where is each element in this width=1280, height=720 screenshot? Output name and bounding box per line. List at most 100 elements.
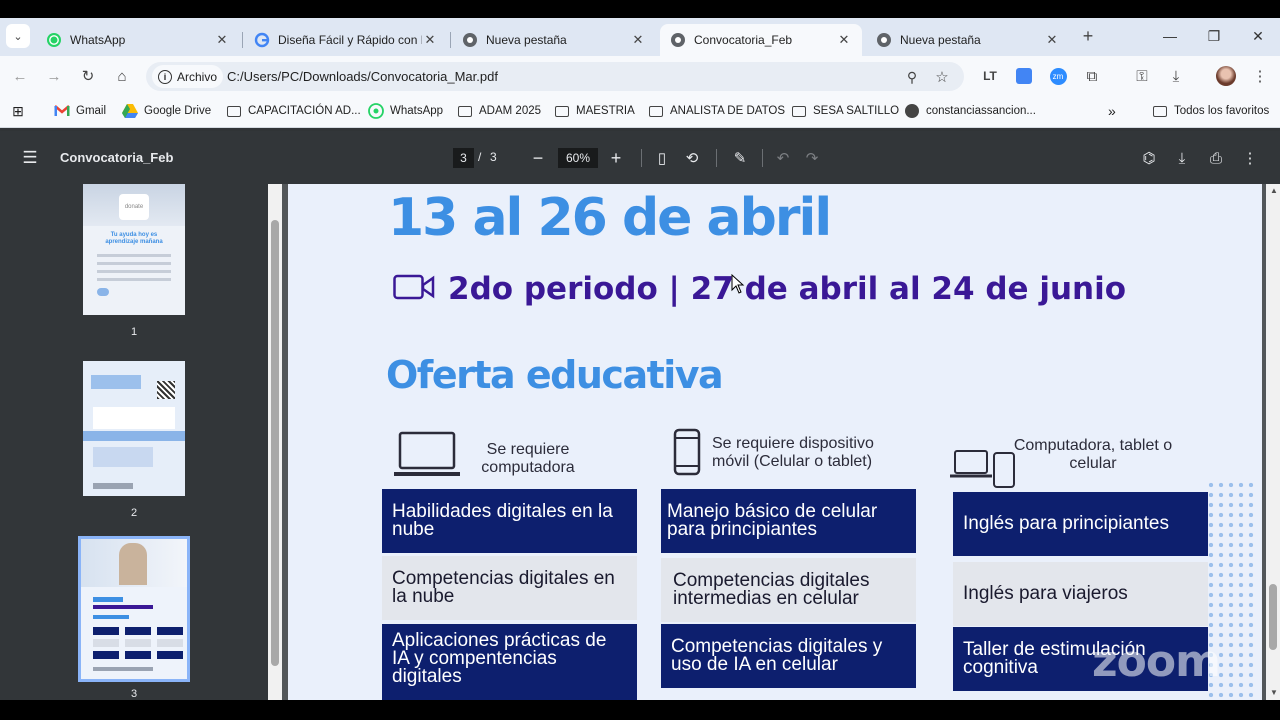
- course-manejo-celular: Manejo básico de celular para principian…: [661, 489, 916, 553]
- viewer-scrollbar[interactable]: ▲ ▼: [1266, 184, 1280, 700]
- bookmarks-bar: ⊞ Gmail Google Drive CAPACITACIÓN AD... …: [0, 96, 1280, 128]
- bookmark-adam-2025[interactable]: ADAM 2025: [457, 103, 541, 119]
- scroll-down-icon[interactable]: ▼: [1270, 688, 1278, 697]
- course-competencias-nube: Competencias digitales en la nube: [382, 556, 637, 620]
- bookmark-star-icon[interactable]: ☆: [930, 65, 954, 89]
- print-icon[interactable]: ⎙: [1206, 147, 1226, 169]
- zoom-magnifier-icon[interactable]: ⚲: [900, 65, 924, 89]
- address-chip-label: Archivo: [177, 69, 218, 84]
- bookmark-gmail[interactable]: Gmail: [54, 103, 106, 119]
- back-arrow-icon[interactable]: ←: [8, 64, 32, 88]
- rotate-icon[interactable]: ⟲: [682, 147, 702, 169]
- viewer-scroll-thumb[interactable]: [1269, 584, 1277, 650]
- bookmark-google-drive[interactable]: Google Drive: [122, 103, 211, 119]
- screen-bottom-bar: [0, 700, 1280, 720]
- period1-dates: 13 al 26 de abril: [388, 188, 832, 248]
- tab-title: Diseña Fácil y Rápido con N: [278, 33, 422, 47]
- ai-tools-icon[interactable]: ⌬: [1139, 147, 1159, 169]
- pdf-viewer: 13 al 26 de abril 2do periodo | 27 de ab…: [282, 184, 1266, 700]
- undo-icon[interactable]: ↶: [774, 147, 792, 169]
- sidebar-scrollbar[interactable]: [268, 184, 282, 700]
- password-key-icon[interactable]: ⚿: [1130, 64, 1154, 88]
- course-competencias-celular: Competencias digitales intermedias en ce…: [661, 558, 916, 622]
- apps-grid-icon[interactable]: ⊞: [10, 103, 32, 119]
- bookmark-whatsapp[interactable]: WhatsApp: [368, 103, 443, 119]
- reload-icon[interactable]: ↻: [76, 64, 100, 88]
- close-tab-icon[interactable]: ✕: [630, 32, 646, 48]
- new-tab-plus-icon[interactable]: +: [1076, 24, 1100, 48]
- tab-nueva-pestana-2[interactable]: Nueva pestaña ✕: [866, 24, 1070, 56]
- whatsapp-icon: [46, 32, 62, 48]
- tab-disena[interactable]: Diseña Fácil y Rápido con N ✕: [244, 24, 448, 56]
- chrome-icon: [670, 32, 686, 48]
- info-icon: i: [158, 69, 172, 84]
- all-bookmarks[interactable]: Todos los favoritos: [1152, 103, 1269, 119]
- redo-icon[interactable]: ↷: [803, 147, 821, 169]
- requirement-col2: Se requiere dispositivo móvil (Celular o…: [712, 435, 874, 470]
- pdf-download-icon[interactable]: ⤓: [1172, 147, 1192, 169]
- tab-convocatoria[interactable]: Convocatoria_Feb ✕: [660, 24, 862, 56]
- site-info-chip[interactable]: i Archivo: [152, 65, 224, 88]
- bookmark-sesa[interactable]: SESA SALTILLO: [791, 103, 899, 119]
- forward-arrow-icon[interactable]: →: [42, 64, 66, 88]
- thumbnail-sidebar: donate Tu ayuda hoy es aprendizaje mañan…: [0, 184, 268, 700]
- restore-icon[interactable]: ❐: [1192, 18, 1236, 54]
- download-icon[interactable]: ⤓: [1164, 64, 1188, 88]
- zoom-extension-icon[interactable]: zm: [1046, 64, 1070, 88]
- thumbnail-page-2[interactable]: [83, 361, 185, 496]
- screen-top-bar: [0, 0, 1280, 18]
- extension-lt-icon[interactable]: LT: [978, 64, 1002, 88]
- tab-title: Convocatoria_Feb: [694, 33, 793, 47]
- url-text[interactable]: C:/Users/PC/Downloads/Convocatoria_Mar.p…: [227, 69, 498, 84]
- pdf-page: 13 al 26 de abril 2do periodo | 27 de ab…: [288, 184, 1262, 700]
- course-aplicaciones-ia: Aplicaciones prácticas de IA y compenten…: [382, 624, 637, 700]
- folder-icon: [554, 103, 570, 119]
- folder-icon: [457, 103, 473, 119]
- address-bar[interactable]: i Archivo C:/Users/PC/Downloads/Convocat…: [146, 62, 964, 91]
- chrome-menu-icon[interactable]: ⋮: [1248, 64, 1272, 88]
- page-number-input[interactable]: 3: [453, 148, 474, 168]
- minimize-icon[interactable]: —: [1148, 18, 1192, 54]
- bookmark-analista[interactable]: ANALISTA DE DATOS: [648, 103, 785, 119]
- whatsapp-icon: [368, 103, 384, 119]
- pdf-toolbar: ☰ Convocatoria_Feb 3 / 3 − 60% + ▯ ⟲ ✎ ↶…: [0, 131, 1280, 184]
- zoom-watermark: zoom: [1092, 636, 1221, 687]
- google-translate-icon[interactable]: [1012, 64, 1036, 88]
- folder-icon: [226, 103, 242, 119]
- pdf-title: Convocatoria_Feb: [60, 150, 174, 165]
- pdf-more-icon[interactable]: ⋮: [1240, 147, 1260, 169]
- thumbnail-page-3[interactable]: [78, 536, 190, 682]
- zoom-out-icon[interactable]: −: [529, 147, 547, 169]
- fit-page-icon[interactable]: ▯: [652, 147, 672, 169]
- more-bookmarks-icon[interactable]: »: [1108, 103, 1116, 119]
- folder-icon: [648, 103, 664, 119]
- bookmark-maestria[interactable]: MAESTRIA: [554, 103, 635, 119]
- close-tab-icon[interactable]: ✕: [422, 32, 438, 48]
- profile-avatar[interactable]: [1214, 64, 1238, 88]
- scroll-up-icon[interactable]: ▲: [1270, 186, 1278, 195]
- tab-nueva-pestana[interactable]: Nueva pestaña ✕: [452, 24, 656, 56]
- home-icon[interactable]: ⌂: [110, 64, 134, 88]
- sidebar-scroll-thumb[interactable]: [271, 220, 279, 666]
- annotate-pen-icon[interactable]: ✎: [730, 147, 750, 169]
- folder-icon: [1152, 103, 1168, 119]
- sidebar-menu-icon[interactable]: ☰: [20, 147, 40, 169]
- zoom-level-input[interactable]: 60%: [558, 148, 598, 168]
- course-habilidades-nube: Habilidades digitales en la nube: [382, 489, 637, 553]
- thumbnail-label-3: 3: [130, 688, 138, 700]
- close-window-icon[interactable]: ✕: [1236, 18, 1280, 54]
- video-camera-icon: [393, 273, 435, 306]
- extensions-puzzle-icon[interactable]: ⧉: [1080, 64, 1104, 88]
- thumbnail-page-1[interactable]: donate Tu ayuda hoy es aprendizaje mañan…: [83, 184, 185, 315]
- course-ingles-viajeros: Inglés para viajeros: [953, 562, 1208, 626]
- bookmark-constancias[interactable]: constanciassancion...: [904, 103, 1036, 119]
- close-tab-icon[interactable]: ✕: [214, 32, 230, 48]
- close-tab-icon[interactable]: ✕: [836, 32, 852, 48]
- zoom-in-icon[interactable]: +: [607, 147, 625, 169]
- tab-search-chevron-icon[interactable]: ⌄: [6, 24, 30, 48]
- close-tab-icon[interactable]: ✕: [1044, 32, 1060, 48]
- bookmark-capacitacion[interactable]: CAPACITACIÓN AD...: [226, 103, 361, 119]
- tab-title: WhatsApp: [70, 33, 126, 47]
- total-pages: 3: [490, 150, 497, 164]
- tab-whatsapp[interactable]: WhatsApp ✕: [36, 24, 240, 56]
